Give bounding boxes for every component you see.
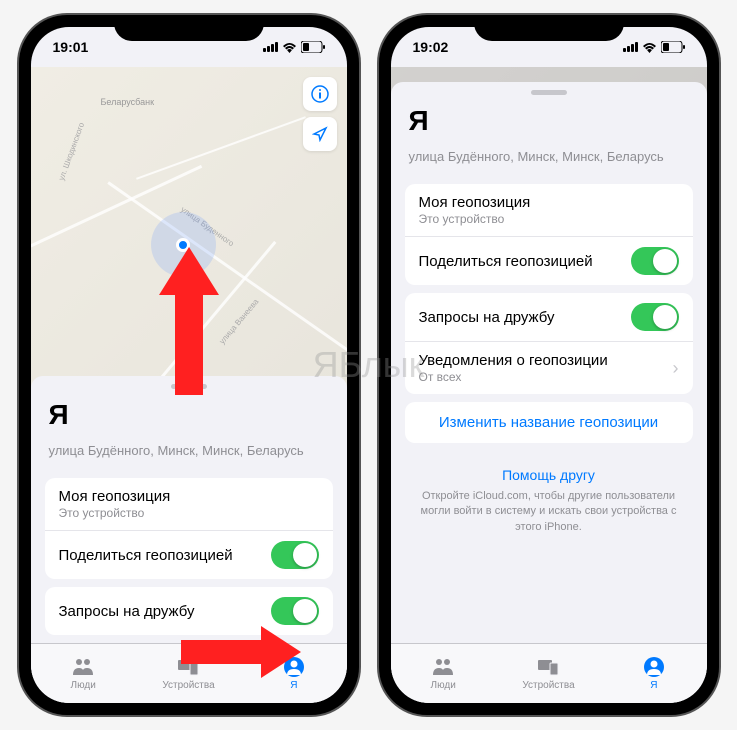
wifi-icon bbox=[282, 42, 297, 53]
map-poi: Беларусбанк bbox=[101, 97, 155, 107]
signal-icon bbox=[623, 42, 638, 52]
people-icon bbox=[71, 656, 95, 678]
signal-icon bbox=[263, 42, 278, 52]
notch bbox=[474, 15, 624, 41]
friend-requests-label: Запросы на дружбу bbox=[419, 309, 555, 326]
my-location-sublabel: Это устройство bbox=[419, 212, 531, 226]
tab-people[interactable]: Люди bbox=[391, 644, 496, 703]
my-location-label: Моя геопозиция bbox=[59, 488, 171, 505]
share-location-row[interactable]: Поделиться геопозицией bbox=[405, 237, 693, 285]
status-indicators bbox=[263, 41, 325, 53]
help-friend-text: Откройте iCloud.com, чтобы другие пользо… bbox=[415, 489, 683, 535]
tab-devices[interactable]: Устройства bbox=[496, 644, 601, 703]
chevron-right-icon: › bbox=[673, 358, 679, 379]
sheet-title: Я bbox=[391, 101, 707, 145]
tab-people[interactable]: Люди bbox=[31, 644, 136, 703]
location-arrow-icon bbox=[312, 126, 328, 142]
location-notifications-row[interactable]: Уведомления о геопозиции От всех › bbox=[405, 342, 693, 394]
tab-me[interactable]: Я bbox=[601, 644, 706, 703]
share-location-toggle[interactable] bbox=[271, 541, 319, 569]
map-view[interactable]: Беларусбанк улица Буденного ул. Шкодинск… bbox=[31, 67, 347, 407]
tab-me-label: Я bbox=[290, 680, 297, 691]
info-button[interactable] bbox=[303, 77, 337, 111]
friend-requests-label: Запросы на дружбу bbox=[59, 603, 195, 620]
tab-me-label: Я bbox=[650, 680, 657, 691]
share-location-row[interactable]: Поделиться геопозицией bbox=[45, 531, 333, 579]
address-label: улица Будённого, Минск, Минск, Беларусь bbox=[391, 145, 707, 176]
sheet-title: Я bbox=[31, 395, 347, 439]
friend-requests-toggle[interactable] bbox=[271, 597, 319, 625]
locate-button[interactable] bbox=[303, 117, 337, 151]
me-icon bbox=[642, 656, 666, 678]
grabber-handle[interactable] bbox=[531, 90, 567, 95]
notch bbox=[114, 15, 264, 41]
tab-people-label: Люди bbox=[431, 680, 456, 691]
address-label: улица Будённого, Минск, Минск, Беларусь bbox=[31, 439, 347, 470]
battery-icon bbox=[661, 41, 685, 53]
edit-location-name-button[interactable]: Изменить название геопозиции bbox=[405, 402, 693, 443]
tab-devices-label: Устройства bbox=[522, 680, 574, 691]
help-friend-link[interactable]: Помощь другу bbox=[415, 467, 683, 483]
status-time: 19:02 bbox=[413, 39, 449, 55]
devices-icon bbox=[536, 656, 560, 678]
my-location-sublabel: Это устройство bbox=[59, 506, 171, 520]
friend-requests-toggle[interactable] bbox=[631, 303, 679, 331]
tab-people-label: Люди bbox=[71, 680, 96, 691]
my-location-label: Моя геопозиция bbox=[419, 194, 531, 211]
tab-devices-label: Устройства bbox=[162, 680, 214, 691]
location-notifications-label: Уведомления о геопозиции bbox=[419, 352, 608, 369]
friend-requests-row[interactable]: Запросы на дружбу bbox=[405, 293, 693, 342]
status-time: 19:01 bbox=[53, 39, 89, 55]
phone-left: 19:01 Беларусбанк улица Буденного ул. Шк… bbox=[19, 15, 359, 715]
share-location-label: Поделиться геопозицией bbox=[419, 253, 593, 270]
wifi-icon bbox=[642, 42, 657, 53]
my-location-row[interactable]: Моя геопозиция Это устройство bbox=[45, 478, 333, 531]
phone-right: 19:02 Я улица Будённого, Минск, Минск, Б… bbox=[379, 15, 719, 715]
location-notifications-sublabel: От всех bbox=[419, 370, 608, 384]
share-location-label: Поделиться геопозицией bbox=[59, 547, 233, 564]
tab-bar: Люди Устройства Я bbox=[391, 643, 707, 703]
my-location-row[interactable]: Моя геопозиция Это устройство bbox=[405, 184, 693, 237]
share-location-toggle[interactable] bbox=[631, 247, 679, 275]
info-icon bbox=[311, 85, 329, 103]
people-icon bbox=[431, 656, 455, 678]
map-street-label: ул. Шкодинского bbox=[56, 121, 85, 181]
battery-icon bbox=[301, 41, 325, 53]
status-indicators bbox=[623, 41, 685, 53]
help-friend-section: Помощь другу Откройте iCloud.com, чтобы … bbox=[391, 451, 707, 551]
bottom-sheet-expanded[interactable]: Я улица Будённого, Минск, Минск, Беларус… bbox=[391, 82, 707, 703]
